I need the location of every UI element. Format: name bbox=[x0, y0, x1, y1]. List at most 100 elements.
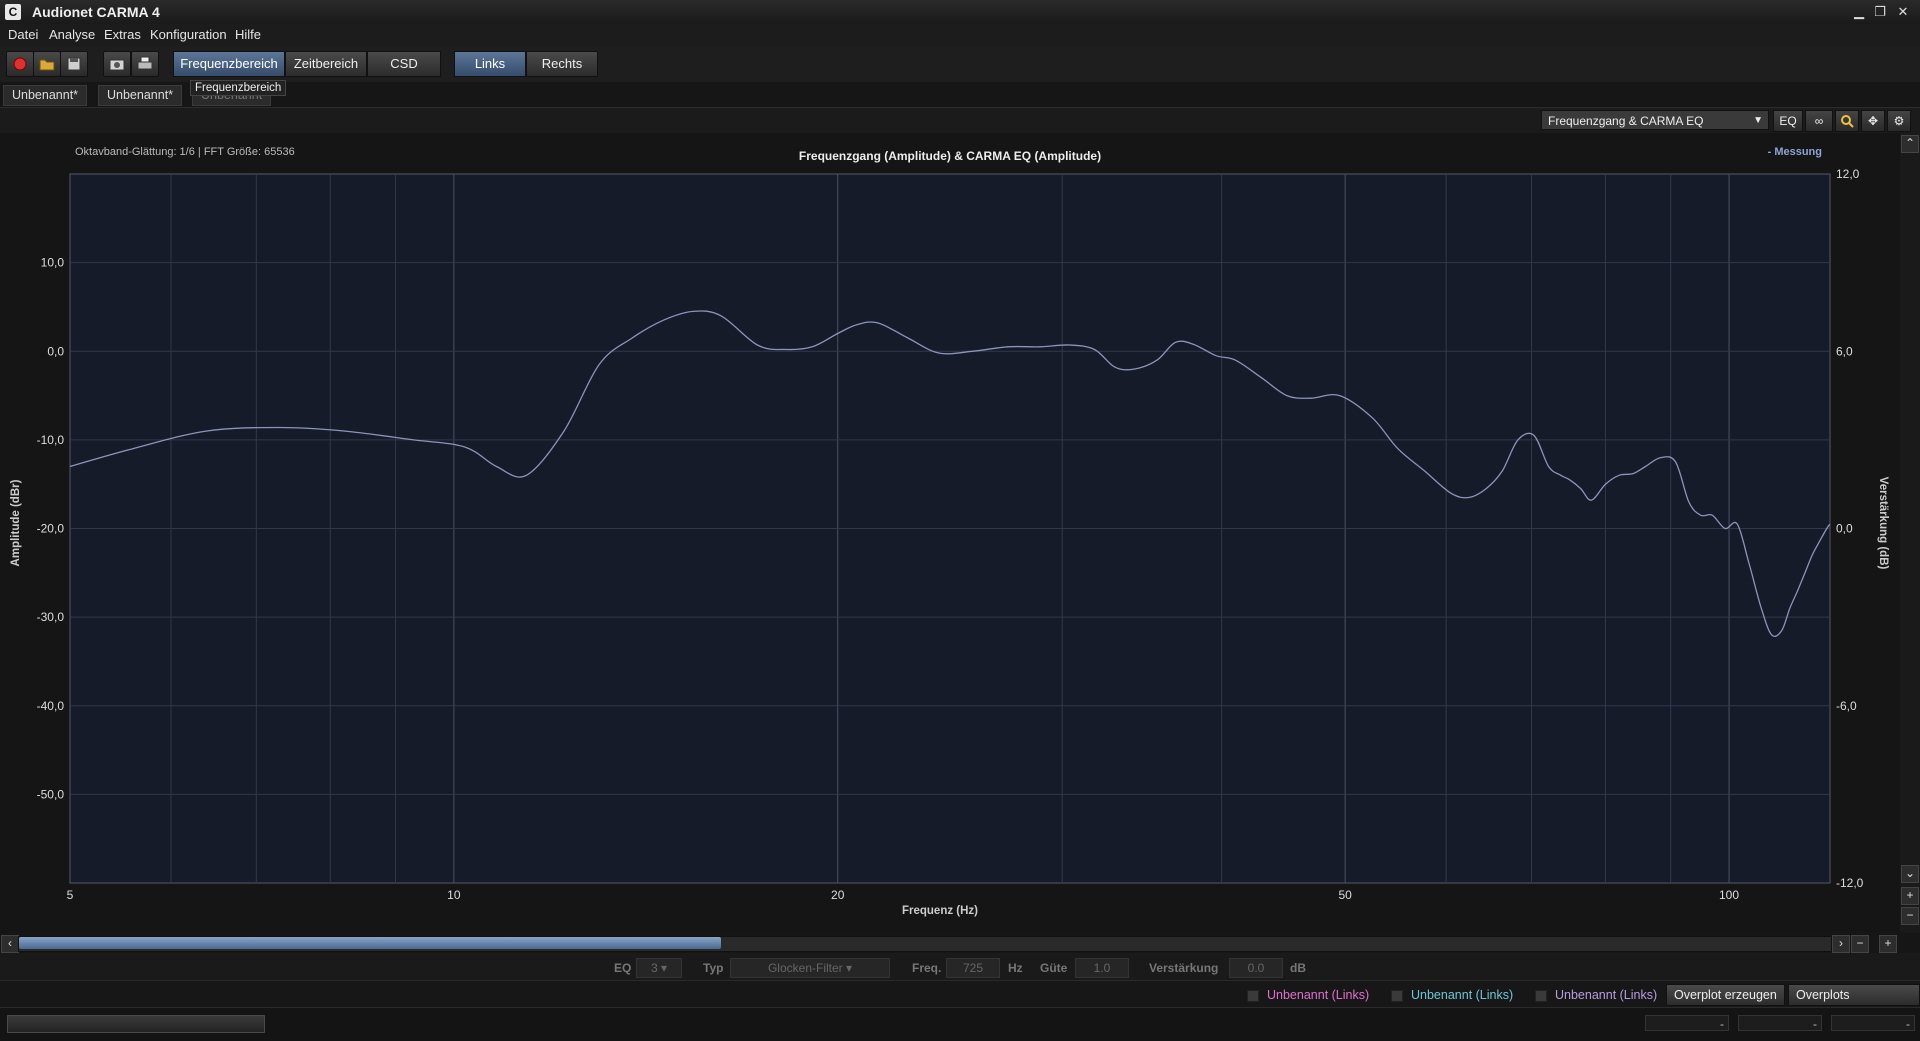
data-point bbox=[1724, 527, 1726, 529]
data-point bbox=[938, 352, 940, 354]
zoom-in-y-icon[interactable]: + bbox=[1901, 887, 1919, 905]
x-tick-label: 20 bbox=[831, 888, 845, 902]
settings-button[interactable]: ⚙ bbox=[1887, 110, 1911, 132]
data-point bbox=[1501, 470, 1503, 472]
tab-csd[interactable]: CSD bbox=[367, 51, 441, 77]
data-point bbox=[1093, 348, 1095, 350]
folder-open-icon bbox=[39, 59, 55, 71]
data-point bbox=[1547, 465, 1549, 467]
document-tab[interactable]: Unbenannt* bbox=[98, 85, 183, 106]
document-tabs: Unbenannt* Unbenannt* Unbenannt bbox=[0, 82, 1920, 106]
typ-select[interactable]: Glocken-Filter ▾ bbox=[730, 958, 890, 978]
record-button[interactable] bbox=[6, 51, 34, 77]
scroll-left-icon[interactable]: ‹ bbox=[1, 935, 19, 953]
y2-tick-label: -12,0 bbox=[1836, 876, 1864, 890]
tab-zeitbereich[interactable]: Zeitbereich bbox=[285, 51, 367, 77]
typ-select-value: Glocken-Filter bbox=[767, 961, 843, 975]
y2-tick-label: -6,0 bbox=[1836, 699, 1857, 713]
menu-bar: Datei Analyse Extras Konfiguration Hilfe bbox=[0, 24, 1920, 46]
scroll-up-icon[interactable]: ⌃ bbox=[1901, 135, 1919, 153]
scroll-down-icon[interactable]: ⌄ bbox=[1901, 865, 1919, 883]
data-point bbox=[1711, 514, 1713, 516]
data-point bbox=[132, 448, 134, 450]
menu-konfiguration[interactable]: Konfiguration bbox=[150, 27, 227, 42]
data-point bbox=[1781, 629, 1783, 631]
y2-tick-label: 12,0 bbox=[1836, 167, 1860, 181]
overplot-item[interactable]: Unbenannt (Links) bbox=[1267, 988, 1369, 1002]
edit-overplots-button[interactable]: Overplots bearbeiten bbox=[1788, 984, 1920, 1022]
typ-label: Typ bbox=[703, 961, 724, 975]
data-point bbox=[1215, 355, 1217, 357]
overplot-checkbox[interactable] bbox=[1535, 990, 1547, 1002]
tab-frequenzbereich[interactable]: Frequenzbereich bbox=[173, 51, 285, 77]
horizontal-scrollbar[interactable]: ‹ › − + bbox=[0, 933, 1920, 953]
overplot-checkbox[interactable] bbox=[1247, 990, 1259, 1002]
data-point bbox=[1560, 474, 1562, 476]
data-point bbox=[837, 332, 839, 334]
data-point bbox=[1826, 527, 1828, 529]
view-select[interactable]: Frequenzgang & CARMA EQ ▼ bbox=[1541, 110, 1769, 130]
scroll-right-icon[interactable]: › bbox=[1832, 935, 1850, 953]
gain-unit: dB bbox=[1290, 961, 1306, 975]
link-button[interactable]: ∞ bbox=[1805, 110, 1833, 132]
frequency-response-chart[interactable]: 5 10 20 50 100 10,0 0,0 -10,0 -20,0 -30,0 -40,0 -50… bbox=[0, 133, 1900, 933]
data-point bbox=[1771, 634, 1773, 636]
data-point bbox=[1674, 461, 1676, 463]
overplot-item[interactable]: Unbenannt (Links) bbox=[1411, 988, 1513, 1002]
pan-icon: ✥ bbox=[1867, 114, 1879, 128]
menu-datei[interactable]: Datei bbox=[8, 27, 38, 42]
title-bar: C Audionet CARMA 4 ▁ ❐ ✕ bbox=[0, 0, 1920, 24]
y-tick-label: -20,0 bbox=[37, 522, 65, 536]
eq-settings-row: EQ 3 ▾ Typ Glocken-Filter ▾ Freq. 725 Hz… bbox=[0, 953, 1920, 980]
zoom-out-y-icon[interactable]: − bbox=[1901, 907, 1919, 925]
data-point bbox=[1797, 589, 1799, 591]
channel-rechts-button[interactable]: Rechts bbox=[526, 51, 598, 77]
x-tick-label: 50 bbox=[1338, 888, 1352, 902]
eq-button[interactable]: EQ bbox=[1773, 110, 1803, 132]
chart-title: Frequenzgang (Amplitude) & CARMA EQ (Amp… bbox=[798, 149, 1102, 163]
data-point bbox=[1760, 607, 1762, 609]
document-tab[interactable]: Unbenannt* bbox=[3, 85, 88, 106]
menu-extras[interactable]: Extras bbox=[104, 27, 141, 42]
create-overplot-button[interactable]: Overplot erzeugen bbox=[1666, 984, 1785, 1006]
x-tick-label: 100 bbox=[1719, 888, 1739, 902]
print-button[interactable] bbox=[131, 51, 159, 77]
data-point bbox=[1371, 417, 1373, 419]
freq-input[interactable]: 725 bbox=[946, 958, 1000, 978]
vertical-scrollbar[interactable]: ⌃ ⌄ + − bbox=[1900, 133, 1920, 933]
y-axis-label: Amplitude (dBr) bbox=[10, 479, 22, 566]
eq-label: EQ bbox=[614, 961, 632, 975]
zoom-button[interactable] bbox=[1835, 110, 1859, 132]
gain-input[interactable]: 0.0 bbox=[1229, 958, 1283, 978]
data-point bbox=[1590, 499, 1592, 501]
overplot-item[interactable]: Unbenannt (Links) bbox=[1555, 988, 1657, 1002]
q-input[interactable]: 1.0 bbox=[1075, 958, 1129, 978]
data-point bbox=[1134, 368, 1136, 370]
zoom-out-x-icon[interactable]: − bbox=[1851, 935, 1869, 953]
eq-select[interactable]: 3 ▾ bbox=[636, 958, 682, 978]
y-tick-label: -50,0 bbox=[37, 787, 65, 801]
y2-tick-label: 0,0 bbox=[1836, 522, 1853, 536]
data-point bbox=[1748, 563, 1750, 565]
view-header: Frequenzgang & CARMA EQ ▼ EQ ∞ ✥ ⚙ bbox=[0, 107, 1920, 134]
data-point bbox=[1338, 394, 1340, 396]
save-button[interactable] bbox=[60, 51, 88, 77]
overplot-checkbox[interactable] bbox=[1391, 990, 1403, 1002]
q-label: Güte bbox=[1040, 961, 1068, 975]
open-button[interactable] bbox=[33, 51, 61, 77]
menu-analyse[interactable]: Analyse bbox=[49, 27, 95, 42]
pan-button[interactable]: ✥ bbox=[1861, 110, 1885, 132]
data-point bbox=[598, 363, 600, 365]
minimize-icon[interactable]: ▁ bbox=[1850, 3, 1868, 21]
data-point bbox=[1517, 439, 1519, 441]
screenshot-button[interactable] bbox=[103, 51, 131, 77]
menu-hilfe[interactable]: Hilfe bbox=[235, 27, 261, 42]
channel-links-button[interactable]: Links bbox=[454, 51, 526, 77]
zoom-in-x-icon[interactable]: + bbox=[1879, 935, 1897, 953]
data-point bbox=[278, 426, 280, 428]
close-icon[interactable]: ✕ bbox=[1894, 3, 1912, 21]
eq-select-value: 3 bbox=[650, 961, 658, 975]
scroll-thumb[interactable] bbox=[19, 937, 721, 949]
restore-icon[interactable]: ❐ bbox=[1871, 3, 1889, 21]
data-point bbox=[206, 430, 208, 432]
